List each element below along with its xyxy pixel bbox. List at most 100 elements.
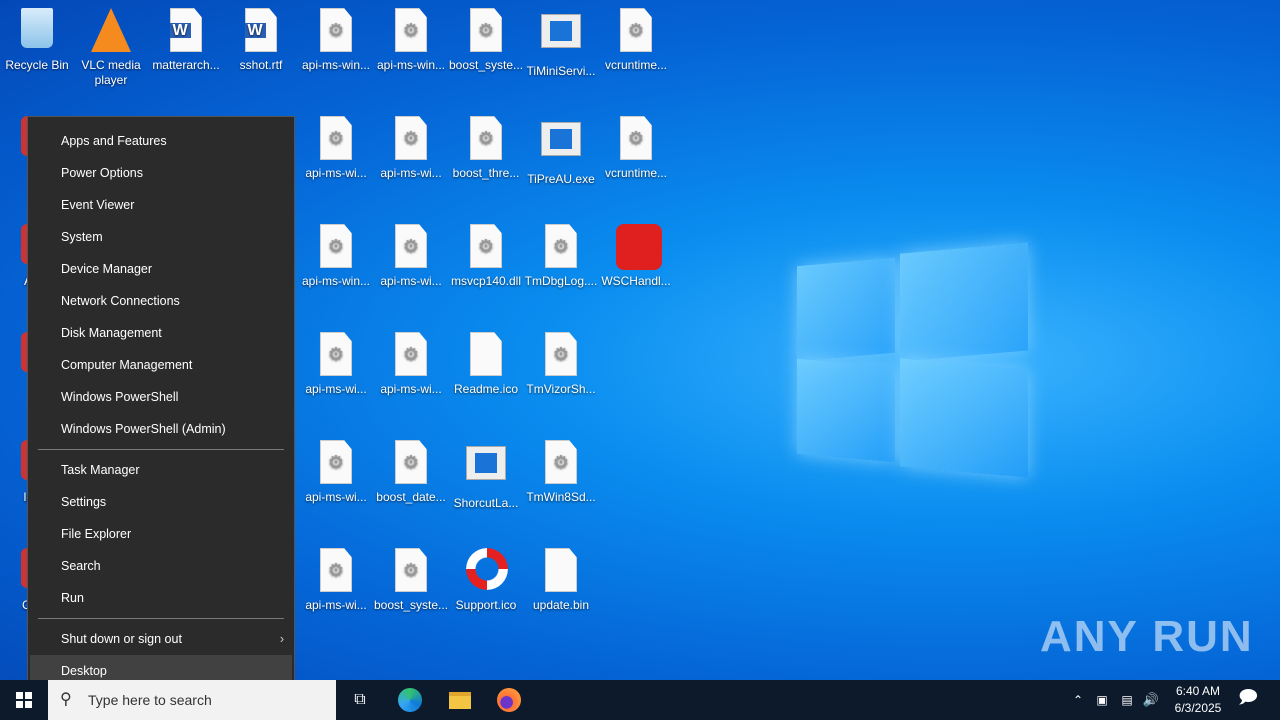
menu-item-event-viewer[interactable]: Event Viewer: [28, 189, 294, 221]
desktop-icon[interactable]: ⚙ api-ms-win...: [299, 8, 373, 73]
desktop-icon[interactable]: ⚙ api-ms-wi...: [299, 440, 373, 505]
desktop-icon-label: api-ms-wi...: [305, 490, 367, 504]
menu-item-label: File Explorer: [61, 527, 132, 541]
menu-item-device-manager[interactable]: Device Manager: [28, 253, 294, 285]
gear-file-icon: ⚙: [470, 8, 502, 52]
menu-item-system[interactable]: System: [28, 221, 294, 253]
desktop-icon[interactable]: ShorcutLa...: [449, 440, 523, 511]
desktop-icon[interactable]: ⚙ TmWin8Sd...: [524, 440, 598, 505]
menu-item-shut-down-or-sign-out[interactable]: Shut down or sign out ›: [28, 623, 294, 655]
gear-file-icon: ⚙: [470, 224, 502, 268]
menu-item-label: Task Manager: [61, 463, 140, 477]
start-button[interactable]: [0, 680, 48, 720]
desktop-icon-label: api-ms-wi...: [305, 598, 367, 612]
desktop-icon-label: TiMiniServi...: [526, 64, 596, 78]
desktop-icon-label: boost_syste...: [374, 598, 449, 612]
desktop-icon-label: TmWin8Sd...: [526, 490, 596, 504]
file-explorer-icon[interactable]: [440, 680, 480, 720]
menu-item-network-connections[interactable]: Network Connections: [28, 285, 294, 317]
desktop-icon[interactable]: ⚙ boost_syste...: [374, 548, 448, 613]
menu-item-power-options[interactable]: Power Options: [28, 157, 294, 189]
desktop-icon[interactable]: ⚙ api-ms-wi...: [299, 332, 373, 397]
gear-file-icon: ⚙: [395, 440, 427, 484]
blank-file-icon: [545, 548, 577, 592]
task-view-icon[interactable]: ⧉: [340, 680, 380, 720]
gear-file-icon: ⚙: [545, 224, 577, 268]
desktop-icon-label: Recycle Bin: [5, 58, 69, 72]
menu-item-disk-management[interactable]: Disk Management: [28, 317, 294, 349]
gear-file-icon: ⚙: [395, 548, 427, 592]
menu-item-windows-powershell-admin[interactable]: Windows PowerShell (Admin): [28, 413, 294, 445]
desktop-icon[interactable]: ⚙ api-ms-wi...: [374, 224, 448, 289]
desktop-icon[interactable]: Recycle Bin: [0, 8, 74, 73]
clock[interactable]: 6:40 AM 6/3/2025: [1164, 680, 1232, 720]
desktop-icon[interactable]: TiPreAU.exe: [524, 116, 598, 187]
menu-item-label: Search: [61, 559, 101, 573]
menu-item-apps-and-features[interactable]: Apps and Features: [28, 125, 294, 157]
menu-item-windows-powershell[interactable]: Windows PowerShell: [28, 381, 294, 413]
menu-item-file-explorer[interactable]: File Explorer: [28, 518, 294, 550]
desktop-icon[interactable]: ⚙ TmDbgLog....: [524, 224, 598, 289]
desktop-icon[interactable]: Readme.ico: [449, 332, 523, 397]
menu-item-run[interactable]: Run: [28, 582, 294, 614]
desktop-icon-label: update.bin: [532, 598, 590, 612]
gear-file-icon: ⚙: [395, 8, 427, 52]
gear-file-icon: ⚙: [395, 116, 427, 160]
firefox-icon[interactable]: [489, 680, 529, 720]
desktop-icon-label: TmVizorSh...: [526, 382, 596, 396]
vlc-cone-icon: [91, 8, 131, 52]
winx-context-menu: Apps and Features Power Options Event View…: [27, 116, 295, 693]
desktop-icon-label: vcruntime...: [604, 166, 667, 180]
gear-file-icon: ⚙: [620, 116, 652, 160]
menu-item-computer-management[interactable]: Computer Management: [28, 349, 294, 381]
menu-item-search[interactable]: Search: [28, 550, 294, 582]
menu-item-settings[interactable]: Settings: [28, 486, 294, 518]
desktop-icon-label: api-ms-wi...: [380, 274, 442, 288]
volume-icon[interactable]: 🔊: [1140, 680, 1162, 720]
desktop-icon[interactable]: ⚙ api-ms-win...: [299, 224, 373, 289]
menu-item-label: Settings: [61, 495, 107, 509]
desktop-icon-label: msvcp140.dll: [450, 274, 522, 288]
desktop-icon[interactable]: Wsshot.rtf: [224, 8, 298, 73]
desktop-icon[interactable]: ⚙ boost_syste...: [449, 8, 523, 73]
desktop-icon[interactable]: WSCHandl...: [599, 224, 673, 289]
recycle-bin-icon: [21, 8, 53, 48]
exe-window-icon: [541, 122, 581, 156]
menu-item-label: Windows PowerShell (Admin): [61, 422, 226, 436]
desktop-icon[interactable]: update.bin: [524, 548, 598, 613]
menu-item-task-manager[interactable]: Task Manager: [28, 454, 294, 486]
menu-item-label: Run: [61, 591, 84, 605]
desktop-icon[interactable]: ⚙ boost_date...: [374, 440, 448, 505]
desktop-icon[interactable]: VLC media player: [74, 8, 148, 88]
desktop-icon[interactable]: ⚙ TmVizorSh...: [524, 332, 598, 397]
desktop-icon-label: api-ms-wi...: [305, 382, 367, 396]
action-center-icon[interactable]: 🗩: [1232, 680, 1264, 720]
menu-item-label: Computer Management: [61, 358, 193, 372]
taskbar-search-box[interactable]: ⚲ Type here to search: [48, 680, 336, 720]
desktop-icon[interactable]: ⚙ api-ms-wi...: [374, 116, 448, 181]
desktop-icon[interactable]: ⚙ vcruntime...: [599, 8, 673, 73]
camera-icon[interactable]: ▣: [1092, 680, 1112, 720]
desktop-icon[interactable]: ⚙ boost_thre...: [449, 116, 523, 181]
network-icon[interactable]: ▤: [1116, 680, 1138, 720]
gear-file-icon: ⚙: [320, 224, 352, 268]
gear-file-icon: ⚙: [395, 332, 427, 376]
desktop-icon[interactable]: ⚙ api-ms-wi...: [299, 548, 373, 613]
desktop-icon[interactable]: ⚙ vcruntime...: [599, 116, 673, 181]
desktop-icon-label: matterarch...: [152, 58, 220, 72]
desktop-icon[interactable]: Support.ico: [449, 548, 523, 613]
menu-item-label: Power Options: [61, 166, 143, 180]
gear-file-icon: ⚙: [395, 224, 427, 268]
show-hidden-icons-chevron-icon[interactable]: ⌃: [1068, 680, 1088, 720]
desktop-icon[interactable]: TiMiniServi...: [524, 8, 598, 79]
desktop-icon[interactable]: ⚙ api-ms-wi...: [374, 332, 448, 397]
desktop-icon[interactable]: ⚙ msvcp140.dll: [449, 224, 523, 289]
blank-file-icon: [470, 332, 502, 376]
desktop-icon[interactable]: ⚙ api-ms-win...: [374, 8, 448, 73]
desktop-icon[interactable]: Wmatterarch...: [149, 8, 223, 73]
windows-icon: [16, 692, 32, 708]
desktop-icon[interactable]: ⚙ api-ms-wi...: [299, 116, 373, 181]
menu-item-label: Network Connections: [61, 294, 180, 308]
menu-item-label: Desktop: [61, 664, 107, 678]
edge-icon[interactable]: [390, 680, 430, 720]
